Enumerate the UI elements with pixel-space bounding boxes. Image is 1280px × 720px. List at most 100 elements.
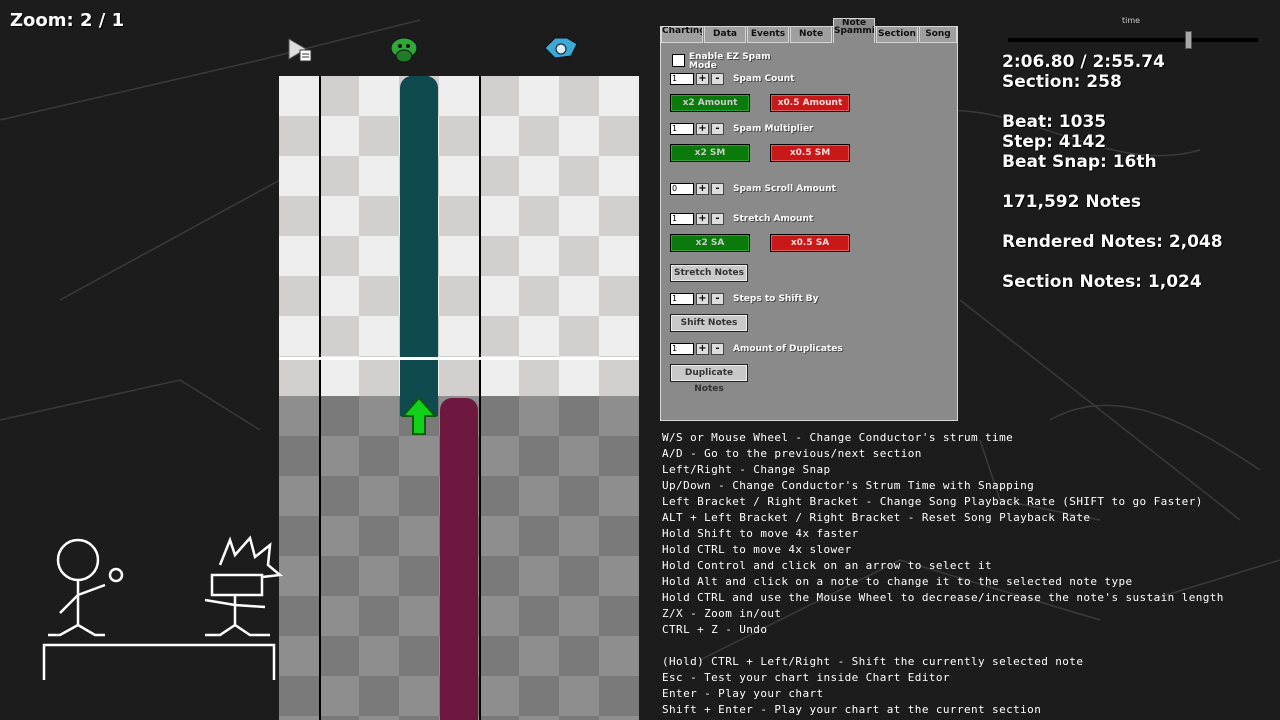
grid-cell[interactable] [399, 676, 439, 716]
playback-icon[interactable] [286, 36, 314, 64]
grid-cell[interactable] [319, 436, 359, 476]
grid-cell[interactable] [599, 716, 639, 720]
grid-cell[interactable] [439, 76, 479, 116]
grid-cell[interactable] [519, 356, 559, 396]
up-arrow-note-icon[interactable] [401, 396, 437, 436]
grid-cell[interactable] [439, 316, 479, 356]
grid-cell[interactable] [479, 676, 519, 716]
grid-cell[interactable] [359, 396, 399, 436]
grid-cell[interactable] [479, 396, 519, 436]
grid-cell[interactable] [359, 636, 399, 676]
grid-cell[interactable] [319, 196, 359, 236]
grid-cell[interactable] [519, 196, 559, 236]
increment-button[interactable]: + [696, 293, 709, 305]
grid-cell[interactable] [559, 476, 599, 516]
grid-cell[interactable] [519, 516, 559, 556]
grid-cell[interactable] [479, 116, 519, 156]
stretch-notes-button[interactable]: Stretch Notes [670, 264, 748, 282]
grid-cell[interactable] [399, 556, 439, 596]
grid-cell[interactable] [319, 356, 359, 396]
grid-cell[interactable] [519, 396, 559, 436]
grid-cell[interactable] [319, 236, 359, 276]
grid-cell[interactable] [439, 116, 479, 156]
grid-cell[interactable] [479, 276, 519, 316]
grid-cell[interactable] [359, 516, 399, 556]
decrement-button[interactable]: - [711, 343, 724, 355]
tab-charting[interactable]: Charting [661, 26, 703, 43]
grid-cell[interactable] [439, 356, 479, 396]
grid-cell[interactable] [599, 276, 639, 316]
grid-cell[interactable] [279, 76, 319, 116]
grid-cell[interactable] [399, 716, 439, 720]
grid-cell[interactable] [319, 476, 359, 516]
tab-section[interactable]: Section [876, 26, 918, 43]
grid-cell[interactable] [559, 636, 599, 676]
grid-cell[interactable] [479, 236, 519, 276]
increment-button[interactable]: + [696, 213, 709, 225]
grid-cell[interactable] [359, 596, 399, 636]
grid-cell[interactable] [519, 596, 559, 636]
spam-count-half-button[interactable]: x0.5 Amount [770, 94, 850, 112]
grid-cell[interactable] [319, 556, 359, 596]
spam-multiplier-x2-button[interactable]: x2 SM [670, 144, 750, 162]
spam-multiplier-input[interactable]: 1 [670, 123, 694, 135]
grid-cell[interactable] [319, 596, 359, 636]
grid-cell[interactable] [279, 276, 319, 316]
grid-cell[interactable] [599, 596, 639, 636]
shift-notes-button[interactable]: Shift Notes [670, 314, 748, 332]
grid-cell[interactable] [359, 676, 399, 716]
decrement-button[interactable]: - [711, 293, 724, 305]
grid-cell[interactable] [359, 276, 399, 316]
grid-cell[interactable] [359, 76, 399, 116]
grid-cell[interactable] [599, 556, 639, 596]
grid-cell[interactable] [599, 356, 639, 396]
chart-grid[interactable] [279, 76, 639, 720]
grid-cell[interactable] [559, 716, 599, 720]
spam-multiplier-half-button[interactable]: x0.5 SM [770, 144, 850, 162]
grid-cell[interactable] [599, 676, 639, 716]
grid-cell[interactable] [559, 196, 599, 236]
grid-cell[interactable] [399, 516, 439, 556]
grid-cell[interactable] [599, 236, 639, 276]
grid-cell[interactable] [439, 276, 479, 316]
grid-cell[interactable] [599, 76, 639, 116]
grid-cell[interactable] [439, 236, 479, 276]
grid-cell[interactable] [319, 636, 359, 676]
grid-cell[interactable] [319, 716, 359, 720]
grid-cell[interactable] [599, 436, 639, 476]
grid-cell[interactable] [319, 676, 359, 716]
grid-cell[interactable] [559, 276, 599, 316]
grid-cell[interactable] [599, 196, 639, 236]
grid-cell[interactable] [279, 156, 319, 196]
spam-count-x2-button[interactable]: x2 Amount [670, 94, 750, 112]
grid-cell[interactable] [599, 636, 639, 676]
grid-cell[interactable] [359, 316, 399, 356]
grid-cell[interactable] [519, 316, 559, 356]
shift-steps-input[interactable]: 1 [670, 293, 694, 305]
stretch-amount-input[interactable]: 1 [670, 213, 694, 225]
grid-cell[interactable] [279, 356, 319, 396]
grid-cell[interactable] [479, 556, 519, 596]
grid-cell[interactable] [279, 236, 319, 276]
grid-cell[interactable] [319, 276, 359, 316]
grid-cell[interactable] [279, 196, 319, 236]
grid-cell[interactable] [479, 716, 519, 720]
grid-cell[interactable] [559, 356, 599, 396]
grid-cell[interactable] [599, 316, 639, 356]
grid-cell[interactable] [559, 236, 599, 276]
grid-cell[interactable] [279, 476, 319, 516]
grid-cell[interactable] [559, 516, 599, 556]
grid-cell[interactable] [479, 156, 519, 196]
grid-cell[interactable] [519, 276, 559, 316]
grid-cell[interactable] [279, 116, 319, 156]
grid-cell[interactable] [359, 116, 399, 156]
decrement-button[interactable]: - [711, 73, 724, 85]
grid-cell[interactable] [359, 196, 399, 236]
grid-cell[interactable] [519, 76, 559, 116]
stretch-half-button[interactable]: x0.5 SA [770, 234, 850, 252]
increment-button[interactable]: + [696, 343, 709, 355]
grid-cell[interactable] [479, 516, 519, 556]
grid-cell[interactable] [479, 476, 519, 516]
grid-cell[interactable] [599, 116, 639, 156]
grid-cell[interactable] [479, 436, 519, 476]
